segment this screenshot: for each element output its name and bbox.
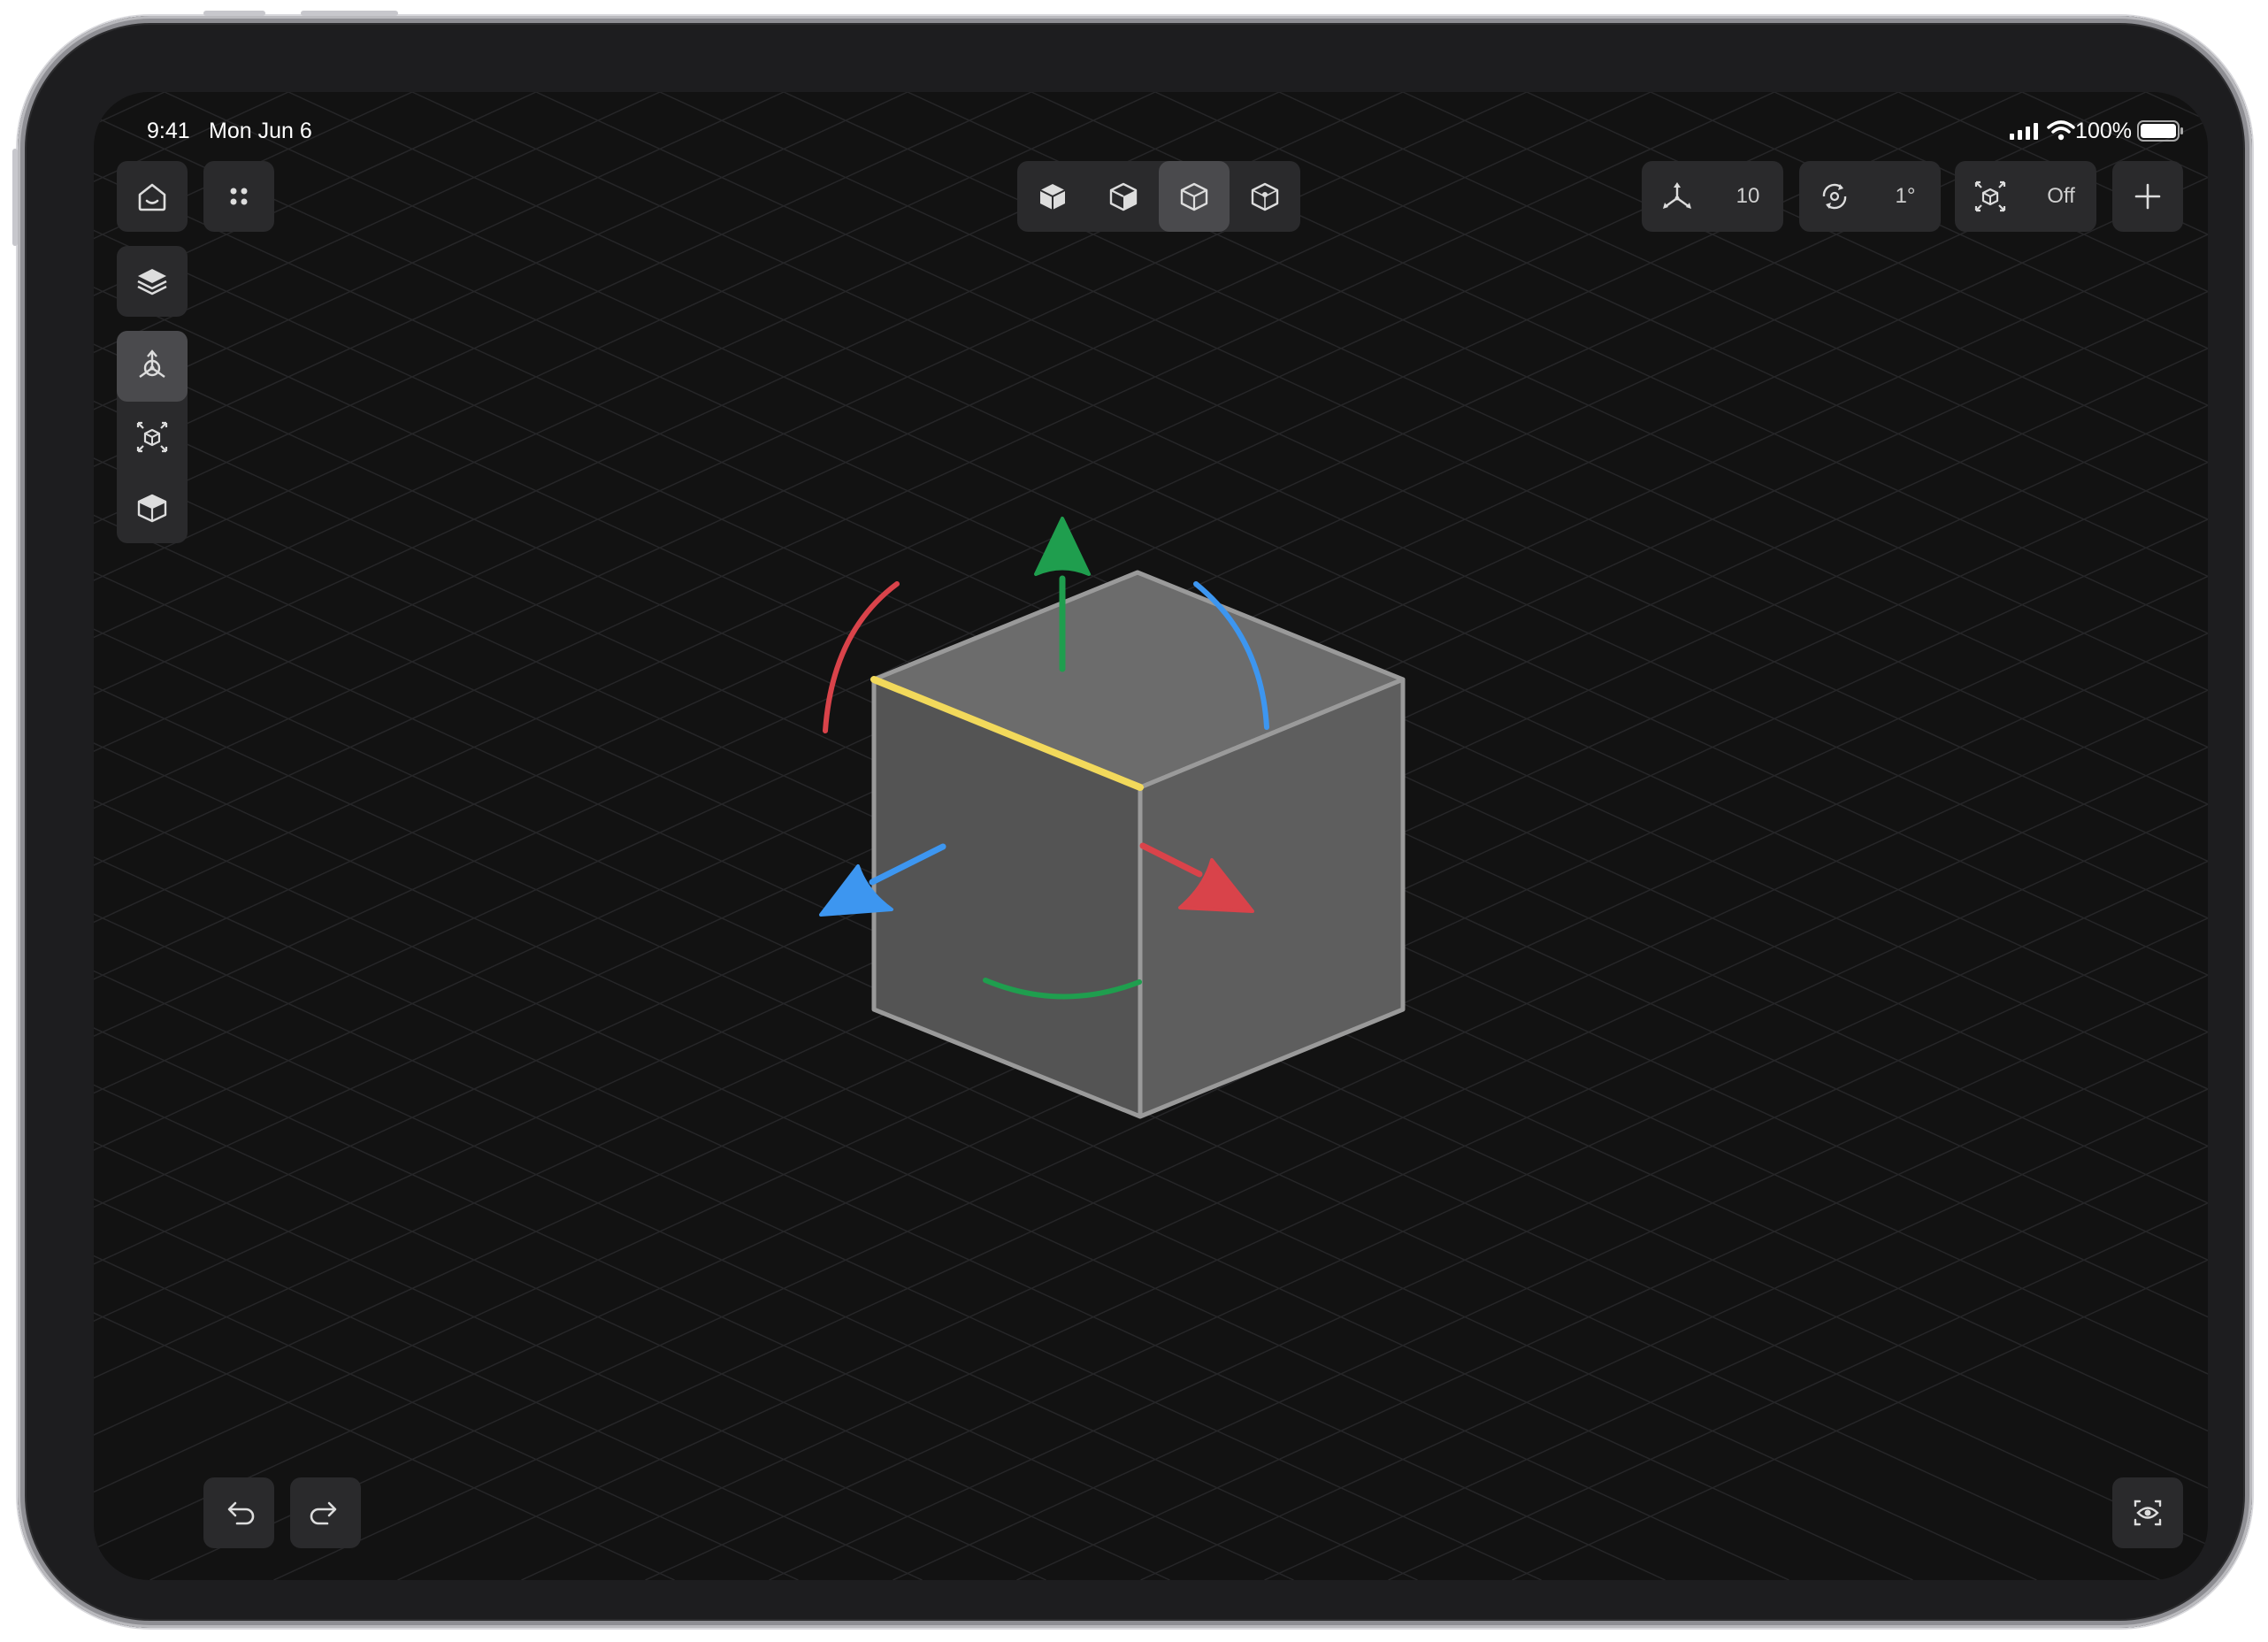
rotate-snap-value: 1° [1895, 184, 1916, 208]
move-snap-value: 10 [1735, 184, 1760, 208]
grid-menu-button[interactable] [203, 161, 274, 232]
move-snap-icon [1663, 182, 1691, 209]
move-snap-button[interactable] [1642, 161, 1712, 232]
viewport[interactable]: 9:41 Mon Jun 6 100% 10 1° Off [94, 92, 2208, 1580]
undo-panel [203, 1477, 274, 1548]
volume-button [301, 11, 398, 16]
plus-icon [2134, 183, 2161, 210]
rotate-snap-control[interactable]: 1° [1799, 161, 1941, 232]
view-wireframe-button[interactable] [1159, 161, 1230, 232]
scale-snap-control[interactable]: Off [1955, 161, 2096, 232]
scale-snap-value: Off [2047, 184, 2075, 208]
side-button [12, 149, 18, 246]
view-eye-icon [2134, 1500, 2162, 1526]
home-panel [117, 161, 188, 232]
status-time: 9:41 [147, 119, 190, 143]
status-date: Mon Jun 6 [209, 119, 312, 143]
view-camera-button[interactable] [2112, 1477, 2183, 1548]
home-button[interactable] [117, 161, 188, 232]
wireframe-view-icon [1180, 182, 1208, 211]
top-button [203, 11, 265, 16]
scale-icon [136, 421, 168, 453]
solid-view-icon [1039, 184, 1066, 210]
tools-panel [117, 331, 188, 543]
view-panel [2112, 1477, 2183, 1548]
scale-snap-button[interactable] [1955, 161, 2026, 232]
redo-icon [310, 1501, 337, 1525]
redo-button[interactable] [290, 1477, 361, 1548]
layers-icon [137, 269, 167, 295]
grid-dots-icon [230, 188, 248, 205]
move-snap-control[interactable]: 10 [1642, 161, 1783, 232]
undo-icon [227, 1501, 255, 1525]
view-shaded-button[interactable] [1088, 161, 1159, 232]
battery-icon [2137, 120, 2183, 142]
wifi-icon [2047, 120, 2075, 141]
redo-panel [290, 1477, 361, 1548]
transform-tool-button[interactable] [117, 331, 188, 402]
rotate-snap-button[interactable] [1799, 161, 1870, 232]
extrude-tool-button[interactable] [117, 472, 188, 543]
transform-gizmo-icon [139, 349, 165, 378]
ipad-frame: 9:41 Mon Jun 6 100% 10 1° Off [12, 11, 2252, 1628]
scale-tool-button[interactable] [117, 402, 188, 472]
view-vertex-button[interactable] [1230, 161, 1300, 232]
rotate-snap-icon [1822, 183, 1847, 210]
layers-button[interactable] [117, 246, 188, 317]
extrude-icon [137, 494, 167, 523]
battery-text: 100% [2075, 119, 2132, 143]
view-mode-control [1017, 161, 1300, 232]
scale-snap-icon [1974, 180, 2006, 212]
add-object-button[interactable] [2112, 161, 2183, 232]
shaded-view-icon [1109, 182, 1138, 211]
menu-panel [203, 161, 274, 232]
home-icon [138, 183, 166, 211]
vertex-view-icon [1251, 182, 1279, 211]
signal-icon [2010, 123, 2038, 140]
axis-y-arrowhead[interactable] [1034, 517, 1091, 576]
add-panel [2112, 161, 2183, 232]
layers-panel [117, 246, 188, 317]
view-solid-button[interactable] [1017, 161, 1088, 232]
scene-canvas [819, 517, 1406, 1119]
undo-button[interactable] [203, 1477, 274, 1548]
